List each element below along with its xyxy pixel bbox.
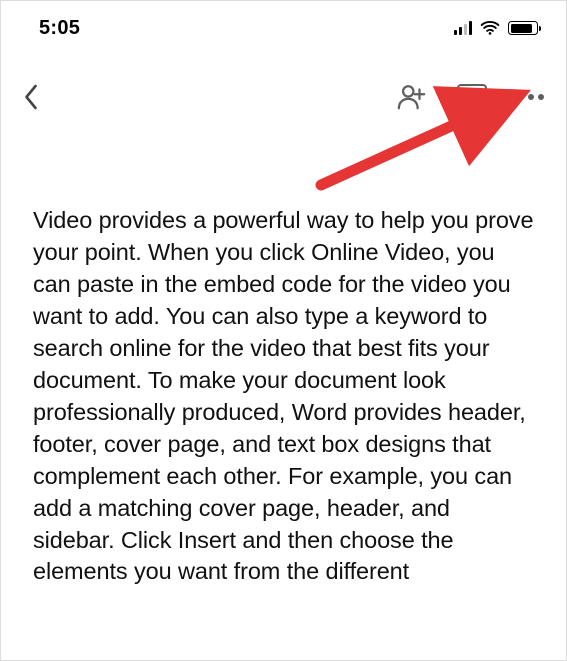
status-time: 5:05 — [39, 17, 80, 40]
status-right-cluster — [454, 18, 538, 38]
add-person-button[interactable] — [397, 82, 427, 112]
document-view-button[interactable] — [457, 84, 487, 110]
back-button[interactable] — [23, 77, 63, 117]
document-body-text: Video provides a powerful way to help yo… — [33, 205, 534, 588]
cell-signal-icon — [454, 21, 472, 35]
document-content[interactable]: Video provides a powerful way to help yo… — [1, 125, 566, 588]
more-horizontal-icon — [517, 94, 523, 100]
wifi-icon — [480, 18, 500, 38]
person-add-icon — [397, 82, 427, 112]
app-toolbar — [1, 47, 566, 125]
chevron-left-icon — [23, 84, 38, 110]
status-bar: 5:05 — [1, 1, 566, 47]
document-lines-icon — [457, 84, 487, 110]
more-options-button[interactable] — [517, 94, 548, 100]
battery-icon — [508, 21, 538, 35]
